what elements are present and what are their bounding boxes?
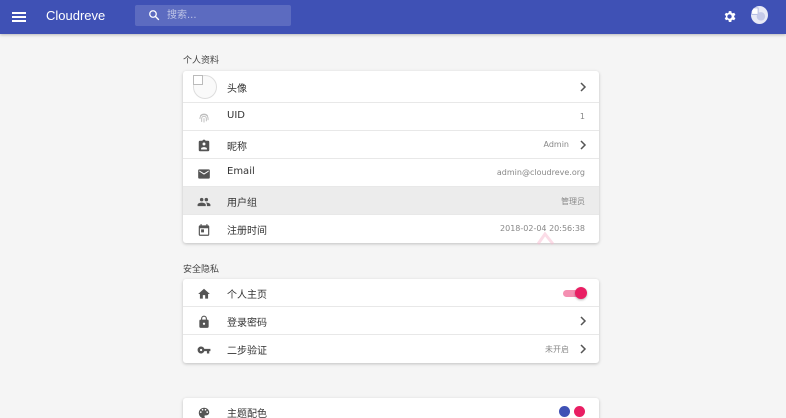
palette-icon <box>198 407 210 418</box>
row-label: 昵称 <box>227 142 247 153</box>
row-label: Email <box>227 166 255 177</box>
two-factor-value: 未开启 <box>545 345 569 354</box>
user-avatar[interactable] <box>751 6 768 24</box>
fingerprint-icon <box>199 113 209 123</box>
app-bar: Cloudreve <box>0 0 786 34</box>
toggle-thumb <box>575 287 587 299</box>
home-icon <box>198 288 210 299</box>
row-group: 用户组 管理员 <box>183 187 599 215</box>
search-box[interactable] <box>135 5 291 26</box>
row-label: 头像 <box>227 84 247 95</box>
row-email: Email admin@cloudreve.org <box>183 159 599 187</box>
watermark-mark <box>536 232 555 245</box>
swatch-accent[interactable] <box>574 406 585 417</box>
avatar-image <box>193 75 217 99</box>
avatar-icon <box>751 7 766 21</box>
homepage-toggle[interactable] <box>561 287 587 299</box>
chevron-right-icon <box>580 82 587 92</box>
swatch-primary[interactable] <box>559 406 570 417</box>
row-label: 主题配色 <box>227 409 267 418</box>
row-label: 个人主页 <box>227 290 267 301</box>
row-label: 登录密码 <box>227 318 267 329</box>
search-icon <box>149 10 160 21</box>
row-two-factor[interactable]: 二步验证 未开启 <box>183 335 599 363</box>
appearance-card: 主题配色 <box>183 398 599 418</box>
row-label: UID <box>227 110 245 121</box>
profile-card: 头像 UID 1 昵称 Admin Email admin@cloudreve.… <box>183 71 599 243</box>
email-value: admin@cloudreve.org <box>496 168 585 177</box>
row-uid: UID 1 <box>183 103 599 131</box>
key-icon <box>197 346 211 354</box>
row-password[interactable]: 登录密码 <box>183 307 599 335</box>
calendar-icon <box>198 224 210 236</box>
app-title[interactable]: Cloudreve <box>46 8 105 23</box>
search-input[interactable] <box>167 7 285 24</box>
chevron-right-icon <box>580 344 587 354</box>
row-label: 用户组 <box>227 198 257 209</box>
security-card: 个人主页 登录密码 二步验证 未开启 <box>183 279 599 363</box>
gear-icon[interactable] <box>722 9 737 24</box>
row-label: 二步验证 <box>227 346 267 357</box>
row-homepage[interactable]: 个人主页 <box>183 279 599 307</box>
badge-icon <box>198 139 210 152</box>
row-nickname[interactable]: 昵称 Admin <box>183 131 599 159</box>
row-avatar[interactable]: 头像 <box>183 71 599 103</box>
group-value: 管理员 <box>561 197 585 206</box>
people-icon <box>197 197 211 207</box>
lock-icon <box>199 315 209 328</box>
row-label: 注册时间 <box>227 226 267 237</box>
menu-icon[interactable] <box>12 9 26 25</box>
nickname-value: Admin <box>543 140 570 149</box>
section-title-security: 安全隐私 <box>183 265 220 275</box>
section-title-profile: 个人资料 <box>183 56 220 66</box>
chevron-right-icon <box>580 140 587 150</box>
mail-icon <box>198 169 210 179</box>
uid-value: 1 <box>579 112 585 121</box>
chevron-right-icon <box>580 316 587 326</box>
row-theme[interactable]: 主题配色 <box>183 398 599 418</box>
